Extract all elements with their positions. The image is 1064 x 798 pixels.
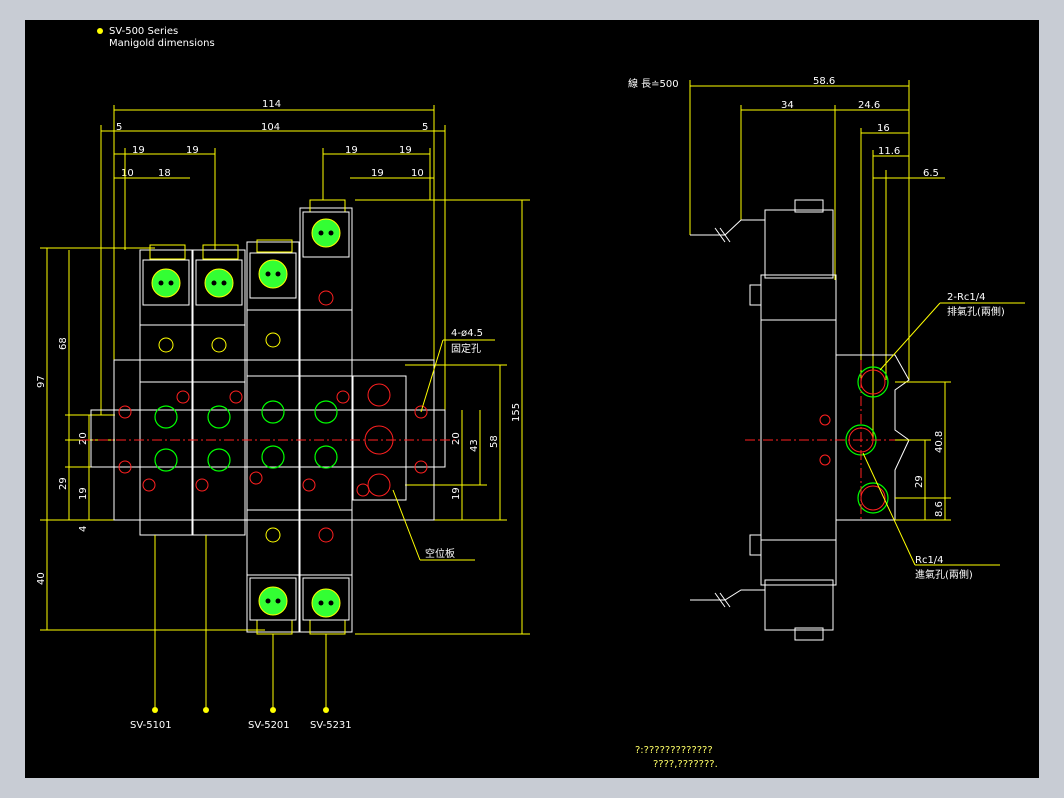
- dim-5-left: 5: [116, 122, 122, 133]
- dim-104: 104: [261, 122, 280, 133]
- hole-spec-cn: 固定孔: [451, 342, 481, 355]
- model-label-sv5231: SV-5231: [310, 720, 352, 731]
- dim-11-6: 11.6: [878, 146, 900, 157]
- dim-10-a: 10: [121, 168, 134, 179]
- dim-58-6: 58.6: [813, 76, 835, 87]
- wire-length: 線 長≐500: [628, 77, 679, 90]
- dim-10-b: 10: [411, 168, 424, 179]
- dim-34: 34: [781, 100, 794, 111]
- cad-drawing: SV-500 Series Manigold dimensions 114 5 …: [36, 26, 1025, 770]
- blank-plate-label: 空位板: [425, 547, 455, 560]
- model-label-sv5101: SV-5101: [130, 720, 172, 731]
- dim-24-6: 24.6: [858, 100, 880, 111]
- inlet-port-spec: Rc1/4: [915, 555, 944, 566]
- dim-20-right: 20: [451, 432, 462, 445]
- series-subtitle: Manigold dimensions: [109, 38, 215, 49]
- drawing-canvas: SV-500 Series Manigold dimensions 114 5 …: [25, 20, 1039, 778]
- dim-97: 97: [36, 375, 47, 388]
- dim-155: 155: [511, 403, 522, 422]
- dim-40-8: 40.8: [934, 431, 945, 453]
- dim-19-g: 19: [451, 487, 462, 500]
- footer-note-line1: ?:?????????????: [635, 745, 713, 756]
- hole-spec: 4-ø4.5: [451, 328, 483, 339]
- dim-19-a: 19: [132, 145, 145, 156]
- dim-68: 68: [58, 337, 69, 350]
- solenoid-connector-icon: [258, 259, 288, 289]
- blank-plate: [352, 375, 407, 501]
- valve-sv5231: [299, 207, 353, 633]
- dim-19-f: 19: [78, 487, 89, 500]
- dim-43: 43: [469, 439, 480, 452]
- dim-19-c: 19: [345, 145, 358, 156]
- model-label-sv5201: SV-5201: [248, 720, 290, 731]
- dim-114: 114: [262, 99, 281, 110]
- solenoid-connector-icon: [258, 586, 288, 616]
- dim-20-left: 20: [78, 432, 89, 445]
- bullet-icon: [97, 28, 103, 34]
- dim-19-e: 19: [371, 168, 384, 179]
- dim-29-side: 29: [914, 475, 925, 488]
- dim-19-d: 19: [399, 145, 412, 156]
- solenoid-connector-icon: [311, 218, 341, 248]
- footer-note-line2: ????,???????.: [653, 759, 718, 770]
- dim-40: 40: [36, 572, 47, 585]
- dim-58: 58: [489, 435, 500, 448]
- solenoid-connector-icon: [204, 268, 234, 298]
- solenoid-connector-icon: [311, 588, 341, 618]
- dim-6-5: 6.5: [923, 168, 939, 179]
- solenoid-connector-icon: [151, 268, 181, 298]
- dim-18: 18: [158, 168, 171, 179]
- exhaust-port-cn: 排氣孔(兩側): [947, 305, 1005, 318]
- valve-sv5201: [246, 241, 300, 633]
- dim-8-6: 8.6: [934, 501, 945, 517]
- dim-5-right: 5: [422, 122, 428, 133]
- exhaust-port-spec: 2-Rc1/4: [947, 292, 986, 303]
- side-view: 線 長≐500 58.6 34 24.6 16 11.6 6.5 40.8 29…: [628, 76, 1025, 641]
- front-view: 114 5 104 5 19 19 19 19 10 18 19 10 97 6…: [36, 99, 530, 731]
- series-title: SV-500 Series: [109, 26, 178, 37]
- dim-16: 16: [877, 123, 890, 134]
- dim-19-b: 19: [186, 145, 199, 156]
- inlet-port-cn: 進氣孔(兩側): [915, 568, 973, 581]
- dim-4: 4: [78, 526, 89, 532]
- dim-29: 29: [58, 477, 69, 490]
